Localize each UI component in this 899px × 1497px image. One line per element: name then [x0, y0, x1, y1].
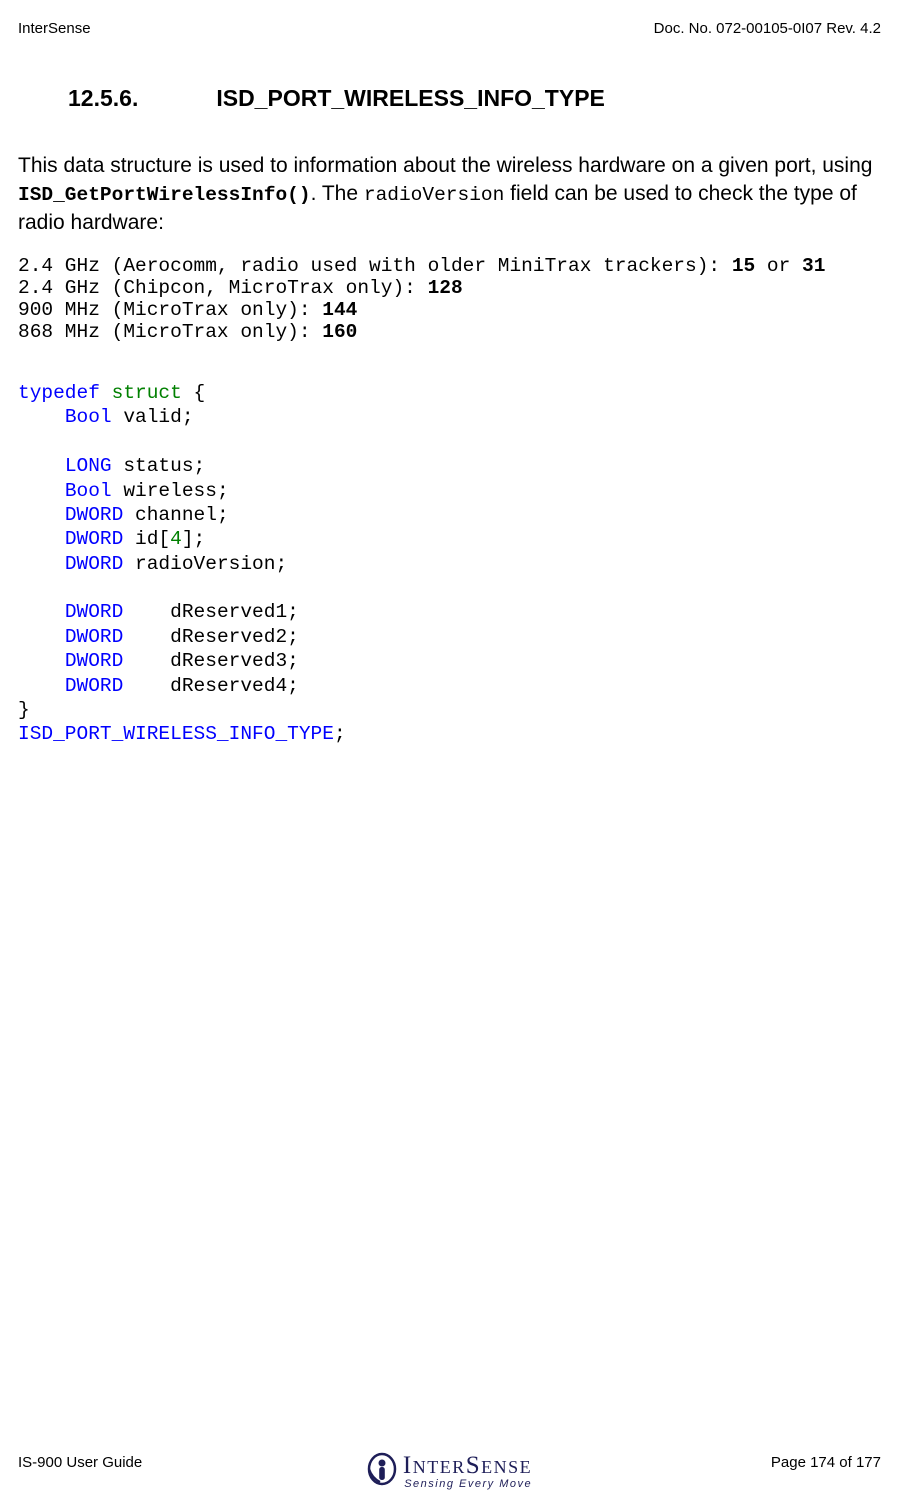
- brace-close: }: [18, 699, 30, 721]
- radio-value-144: 144: [322, 299, 357, 321]
- indent: [18, 480, 65, 502]
- page-header: InterSense Doc. No. 072-00105-0I07 Rev. …: [18, 20, 881, 37]
- radio-value-128: 128: [428, 277, 463, 299]
- header-right: Doc. No. 072-00105-0I07 Rev. 4.2: [654, 20, 881, 37]
- kw-struct: struct: [112, 382, 182, 404]
- radio-line-3: 900 MHz (MicroTrax only):: [18, 299, 322, 321]
- header-left: InterSense: [18, 20, 91, 37]
- type-dword-6: DWORD: [65, 650, 124, 672]
- logo-icon: [367, 1452, 397, 1491]
- radio-line-2: 2.4 GHz (Chipcon, MicroTrax only):: [18, 277, 428, 299]
- type-dword-5: DWORD: [65, 626, 124, 648]
- res-pad: [123, 675, 170, 697]
- type-dword-4: DWORD: [65, 601, 124, 623]
- field-status: status;: [112, 455, 206, 477]
- radio-value-160: 160: [322, 321, 357, 343]
- function-name: ISD_GetPortWirelessInfo(): [18, 184, 311, 206]
- type-dword-7: DWORD: [65, 675, 124, 697]
- semicolon: ;: [334, 723, 346, 745]
- res-pad: [123, 626, 170, 648]
- field-id-a: id[: [123, 528, 170, 550]
- field-wireless: wireless;: [112, 480, 229, 502]
- type-bool-1: Bool: [65, 406, 112, 428]
- indent: [18, 528, 65, 550]
- indent: [18, 455, 65, 477]
- field-valid: valid;: [112, 406, 194, 428]
- radio-line-1: 2.4 GHz (Aerocomm, radio used with older…: [18, 255, 732, 277]
- field-name: radioVersion: [364, 184, 504, 206]
- indent: [18, 675, 65, 697]
- para-text-1: This data structure is used to informati…: [18, 154, 872, 177]
- field-r1: dReserved1;: [170, 601, 299, 623]
- logo-sub-text: Sensing Every Move: [404, 1479, 532, 1490]
- res-pad: [123, 650, 170, 672]
- radio-value-31: 31: [802, 255, 825, 277]
- field-r3: dReserved3;: [170, 650, 299, 672]
- indent: [18, 601, 65, 623]
- section-heading: 12.5.6. ISD_PORT_WIRELESS_INFO_TYPE: [68, 85, 881, 112]
- indent: [18, 504, 65, 526]
- indent: [18, 553, 65, 575]
- footer-logo: InterSense Sensing Every Move: [0, 1452, 899, 1491]
- field-r4: dReserved4;: [170, 675, 299, 697]
- section-number: 12.5.6.: [68, 85, 138, 112]
- type-dword-3: DWORD: [65, 553, 124, 575]
- intro-paragraph: This data structure is used to informati…: [18, 152, 881, 237]
- type-dword-2: DWORD: [65, 528, 124, 550]
- section-title: ISD_PORT_WIRELESS_INFO_TYPE: [216, 85, 605, 111]
- struct-code-block: typedef struct { Bool valid; LONG status…: [18, 381, 881, 747]
- indent: [18, 650, 65, 672]
- type-dword-1: DWORD: [65, 504, 124, 526]
- indent: [18, 626, 65, 648]
- indent: [18, 406, 65, 428]
- arr-size-4: 4: [170, 528, 182, 550]
- radio-line-4: 868 MHz (MicroTrax only):: [18, 321, 322, 343]
- field-radioversion: radioVersion;: [123, 553, 287, 575]
- para-text-2: . The: [311, 182, 364, 205]
- kw-typedef: typedef: [18, 382, 100, 404]
- radio-values-block: 2.4 GHz (Aerocomm, radio used with older…: [18, 255, 881, 343]
- field-channel: channel;: [123, 504, 228, 526]
- type-bool-2: Bool: [65, 480, 112, 502]
- radio-line-1-or: or: [755, 255, 802, 277]
- field-id-b: ];: [182, 528, 205, 550]
- struct-typename: ISD_PORT_WIRELESS_INFO_TYPE: [18, 723, 334, 745]
- type-long: LONG: [65, 455, 112, 477]
- radio-value-15: 15: [732, 255, 755, 277]
- res-pad: [123, 601, 170, 623]
- field-r2: dReserved2;: [170, 626, 299, 648]
- logo-main-text: InterSense: [403, 1453, 532, 1478]
- brace-open: {: [182, 382, 205, 404]
